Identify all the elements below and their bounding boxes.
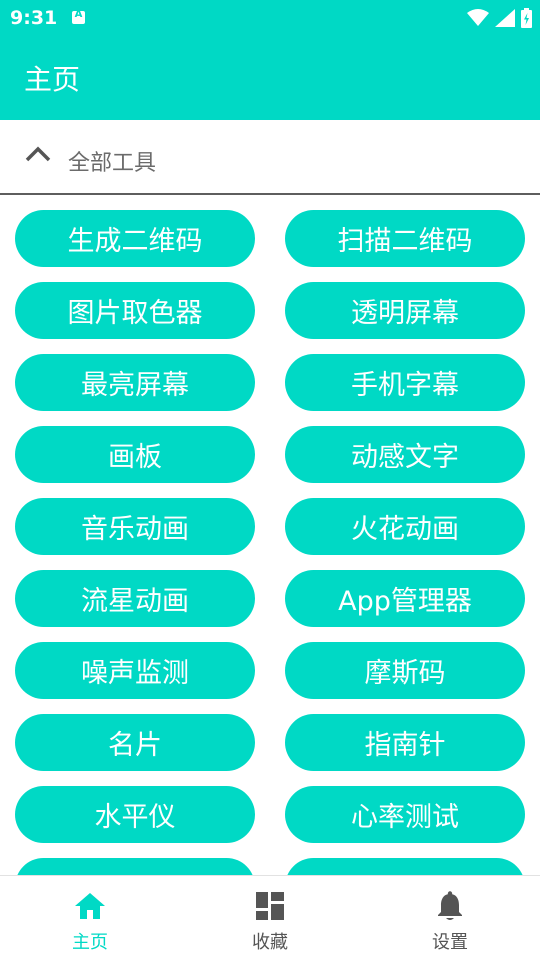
notification-letter: A — [74, 9, 83, 20]
tool-button-morse-code[interactable]: 摩斯码 — [285, 642, 525, 699]
tool-button-level[interactable]: 水平仪 — [15, 786, 255, 843]
signal-icon — [495, 9, 515, 27]
tool-button-heart-rate[interactable]: 心率测试 — [285, 786, 525, 843]
status-icons — [467, 8, 532, 28]
nav-label-home: 主页 — [72, 932, 108, 953]
nav-item-favorites[interactable]: 收藏 — [180, 876, 360, 961]
nav-item-settings[interactable]: 设置 — [360, 876, 540, 961]
tool-button-transparent-screen[interactable]: 透明屏幕 — [285, 282, 525, 339]
status-bar: 9:31 A — [0, 0, 540, 36]
nav-label-favorites: 收藏 — [252, 932, 288, 953]
nav-item-home[interactable]: 主页 — [0, 876, 180, 961]
tool-button-spark-animation[interactable]: 火花动画 — [285, 498, 525, 555]
tool-grid: 生成二维码 扫描二维码 图片取色器 透明屏幕 最亮屏幕 手机字幕 画板 动感文字… — [0, 195, 540, 875]
tool-button-scan-qr[interactable]: 扫描二维码 — [285, 210, 525, 267]
tool-button-noise-monitor[interactable]: 噪声监测 — [15, 642, 255, 699]
section-header[interactable]: 全部工具 — [0, 120, 540, 195]
tool-button-business-card[interactable]: 名片 — [15, 714, 255, 771]
tool-button-color-picker[interactable]: 图片取色器 — [15, 282, 255, 339]
tool-button-music-animation[interactable]: 音乐动画 — [15, 498, 255, 555]
tool-button-partial-left[interactable] — [15, 858, 255, 875]
notification-icon: A — [72, 9, 85, 24]
tool-button-compass[interactable]: 指南针 — [285, 714, 525, 771]
tool-button-brightest-screen[interactable]: 最亮屏幕 — [15, 354, 255, 411]
page-title: 主页 — [24, 63, 81, 96]
wifi-icon — [467, 9, 489, 26]
bell-icon — [438, 891, 462, 920]
section-title: 全部工具 — [68, 151, 157, 176]
tool-button-dynamic-text[interactable]: 动感文字 — [285, 426, 525, 483]
tool-button-partial-right[interactable] — [285, 858, 525, 875]
tool-button-app-manager[interactable]: App管理器 — [285, 570, 525, 627]
battery-icon — [521, 8, 532, 28]
nav-label-settings: 设置 — [432, 932, 468, 953]
home-icon — [75, 893, 105, 919]
chevron-up-icon[interactable] — [24, 144, 52, 164]
tool-button-phone-subtitle[interactable]: 手机字幕 — [285, 354, 525, 411]
tool-button-meteor-animation[interactable]: 流星动画 — [15, 570, 255, 627]
status-time: 9:31 — [10, 7, 58, 29]
tool-button-drawing-board[interactable]: 画板 — [15, 426, 255, 483]
tool-button-generate-qr[interactable]: 生成二维码 — [15, 210, 255, 267]
dashboard-icon — [256, 892, 284, 920]
bottom-navigation: 主页 收藏 设置 — [0, 875, 540, 961]
